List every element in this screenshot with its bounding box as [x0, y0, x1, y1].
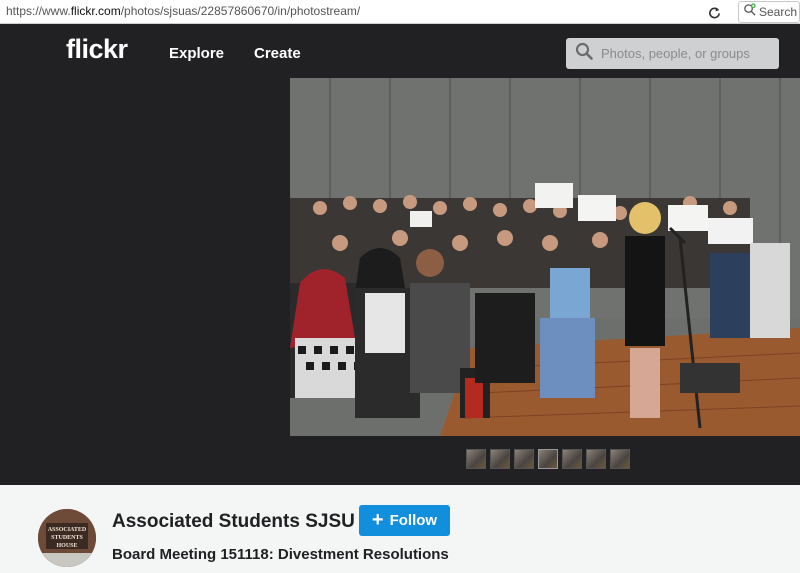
- browser-search-label: Search: [759, 5, 798, 19]
- url-host: flickr.com: [70, 4, 121, 18]
- follow-button[interactable]: + Follow: [359, 505, 450, 536]
- browser-search-box[interactable]: Search: [738, 1, 800, 23]
- reload-icon[interactable]: [703, 2, 725, 22]
- photo-title: Board Meeting 151118: Divestment Resolut…: [112, 546, 449, 563]
- filmstrip-thumbnail[interactable]: [490, 449, 510, 469]
- search-add-icon: [743, 3, 756, 21]
- avatar-text-line: STUDENTS: [51, 535, 83, 541]
- url-text[interactable]: https://www.flickr.com/photos/sjsuas/228…: [6, 4, 360, 18]
- search-icon: [575, 42, 593, 65]
- search-input[interactable]: [601, 46, 771, 61]
- avatar-text-line: HOUSE: [56, 543, 77, 549]
- photo-stage: [0, 78, 800, 485]
- url-path: /photos/sjsuas/22857860670/in/photostrea…: [120, 4, 361, 18]
- browser-url-bar[interactable]: https://www.flickr.com/photos/sjsuas/228…: [0, 0, 800, 24]
- nav-create[interactable]: Create: [254, 45, 301, 62]
- filmstrip-thumbnail[interactable]: [610, 449, 630, 469]
- follow-label: Follow: [389, 512, 438, 529]
- filmstrip-thumbnail[interactable]: [514, 449, 534, 469]
- nav-explore[interactable]: Explore: [169, 45, 224, 62]
- meeting-photo-image: [290, 78, 800, 436]
- filmstrip-thumbnail-active[interactable]: [538, 449, 558, 469]
- filmstrip-thumbnail[interactable]: [586, 449, 606, 469]
- site-header: flickr Explore Create: [0, 24, 800, 78]
- url-prefix: https://www.: [6, 4, 71, 18]
- owner-avatar[interactable]: ASSOCIATED STUDENTS HOUSE: [38, 509, 96, 567]
- filmstrip-thumbnail[interactable]: [562, 449, 582, 469]
- site-search[interactable]: [566, 38, 779, 69]
- photo-filmstrip: [466, 449, 630, 469]
- photo-info-bar: ASSOCIATED STUDENTS HOUSE Associated Stu…: [0, 485, 800, 573]
- main-photo[interactable]: [290, 78, 800, 436]
- flickr-logo[interactable]: flickr: [66, 34, 128, 65]
- plus-icon: +: [371, 508, 384, 531]
- avatar-text-line: ASSOCIATED: [48, 527, 87, 533]
- owner-name[interactable]: Associated Students SJSU: [112, 511, 355, 533]
- filmstrip-thumbnail[interactable]: [466, 449, 486, 469]
